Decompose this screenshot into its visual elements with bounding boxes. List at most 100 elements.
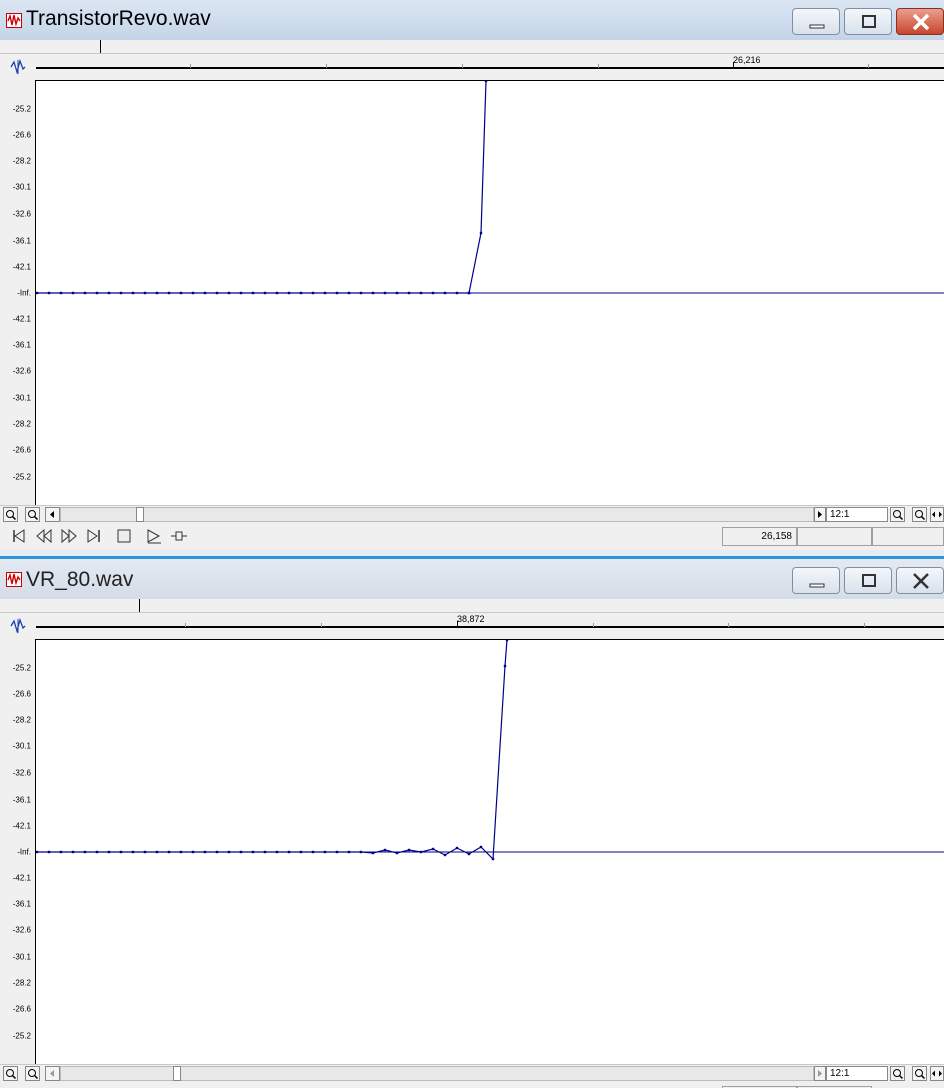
sample-point [407, 291, 411, 295]
sample-point [455, 291, 459, 295]
sample-point [191, 850, 195, 854]
zoom-in-button[interactable] [3, 507, 18, 522]
scroll-right-button[interactable] [814, 1066, 826, 1081]
zoom-in-icon [893, 510, 904, 521]
horizontal-scroll-track[interactable] [60, 1066, 814, 1081]
fit-width-button[interactable] [930, 507, 944, 522]
time-tick [593, 623, 594, 627]
sample-point [35, 291, 39, 295]
sample-point [311, 850, 315, 854]
amplitude-label: -30.1 [12, 952, 31, 962]
sample-point [71, 850, 75, 854]
go-to-start-icon[interactable] [10, 528, 28, 544]
minimize-button[interactable] [792, 567, 840, 594]
sample-point [47, 291, 51, 295]
amplitude-label: -25.2 [12, 472, 31, 482]
loop-icon[interactable] [170, 528, 188, 544]
minimize-button[interactable] [792, 8, 840, 35]
overview-ruler[interactable] [0, 40, 944, 54]
sample-point [275, 850, 279, 854]
close-button[interactable] [896, 567, 944, 594]
sample-point [311, 291, 315, 295]
zoom-ratio-field[interactable]: 12:1 [826, 507, 888, 522]
waveform-plot[interactable] [35, 638, 944, 1064]
sample-point [215, 291, 219, 295]
waveform-plot[interactable] [35, 79, 944, 505]
stop-icon[interactable] [115, 528, 133, 544]
time-ruler[interactable]: 38,872 [0, 613, 944, 639]
sample-point [107, 291, 111, 295]
sample-point [119, 850, 123, 854]
overview-ruler[interactable] [0, 599, 944, 613]
selection-start-field[interactable] [797, 527, 872, 546]
sample-point [83, 291, 87, 295]
scroll-left-button[interactable] [45, 507, 60, 522]
display-mode-icon[interactable] [8, 59, 28, 75]
window-title: VR_80.wav [26, 568, 134, 591]
zoom-in-button[interactable] [3, 1066, 18, 1081]
zoom-out-button[interactable] [25, 507, 40, 522]
amplitude-label: -42.1 [12, 873, 31, 883]
display-mode-icon[interactable] [8, 618, 28, 634]
time-axis-line [36, 626, 944, 628]
sample-point [484, 79, 488, 83]
time-ruler[interactable]: 26,216 [0, 54, 944, 80]
fit-width-button[interactable] [930, 1066, 944, 1081]
scroll-left-button[interactable] [45, 1066, 60, 1081]
sample-point [251, 850, 255, 854]
time-tick [326, 64, 327, 68]
sample-point [191, 291, 195, 295]
sample-point [287, 850, 291, 854]
zoom-in-button-right[interactable] [890, 507, 905, 522]
sample-point [131, 291, 135, 295]
title-bar[interactable]: TransistorRevo.wav [0, 0, 944, 40]
zoom-in-button-right[interactable] [890, 1066, 905, 1081]
go-to-end-icon[interactable] [85, 528, 103, 544]
zoom-out-button-right[interactable] [912, 1066, 927, 1081]
zoom-out-icon [28, 510, 39, 521]
amplitude-label: -36.1 [12, 795, 31, 805]
amplitude-label: -30.1 [12, 182, 31, 192]
close-button[interactable] [896, 8, 944, 35]
sample-point [143, 291, 147, 295]
fast-forward-icon[interactable] [60, 528, 78, 544]
waveform-window-1: TransistorRevo.wav 26,216 -25.2 -26.6 -28.… [0, 0, 944, 556]
scroll-left-arrow-icon [50, 511, 54, 518]
sample-point [419, 850, 423, 854]
zoom-ratio-field[interactable]: 12:1 [826, 1066, 888, 1081]
time-tick [598, 64, 599, 68]
scroll-thumb[interactable] [173, 1066, 181, 1081]
zoom-out-icon [28, 1069, 39, 1080]
time-tick [868, 64, 869, 68]
sample-point [239, 291, 243, 295]
sample-point [95, 291, 99, 295]
amplitude-label: -36.1 [12, 340, 31, 350]
scroll-thumb[interactable] [136, 507, 144, 522]
minimize-icon [809, 583, 825, 588]
zoom-out-button-right[interactable] [912, 507, 927, 522]
maximize-button[interactable] [844, 8, 892, 35]
sample-point [323, 850, 327, 854]
amplitude-axis: -25.2 -26.6 -28.2 -30.1 -32.6 -36.1 -42.1 -Inf.… [0, 639, 35, 1064]
title-bar[interactable]: VR_80.wav [0, 559, 944, 599]
rewind-icon[interactable] [35, 528, 53, 544]
sample-point [419, 291, 423, 295]
sample-point [155, 850, 159, 854]
sample-point [215, 850, 219, 854]
sample-point [371, 291, 375, 295]
play-icon[interactable] [145, 528, 163, 544]
sample-point [407, 848, 411, 852]
maximize-button[interactable] [844, 567, 892, 594]
close-icon [912, 13, 930, 31]
horizontal-scroll-track[interactable] [60, 507, 814, 522]
sample-point [59, 291, 63, 295]
selection-end-field[interactable] [872, 527, 944, 546]
close-icon [913, 573, 929, 589]
sample-point [35, 850, 39, 854]
zoom-out-button[interactable] [25, 1066, 40, 1081]
position-field[interactable]: 26,158 [722, 527, 797, 546]
scroll-right-button[interactable] [814, 507, 826, 522]
waveform-graph [35, 79, 944, 295]
amplitude-label: -Inf. [17, 288, 31, 298]
time-tick [185, 623, 186, 627]
